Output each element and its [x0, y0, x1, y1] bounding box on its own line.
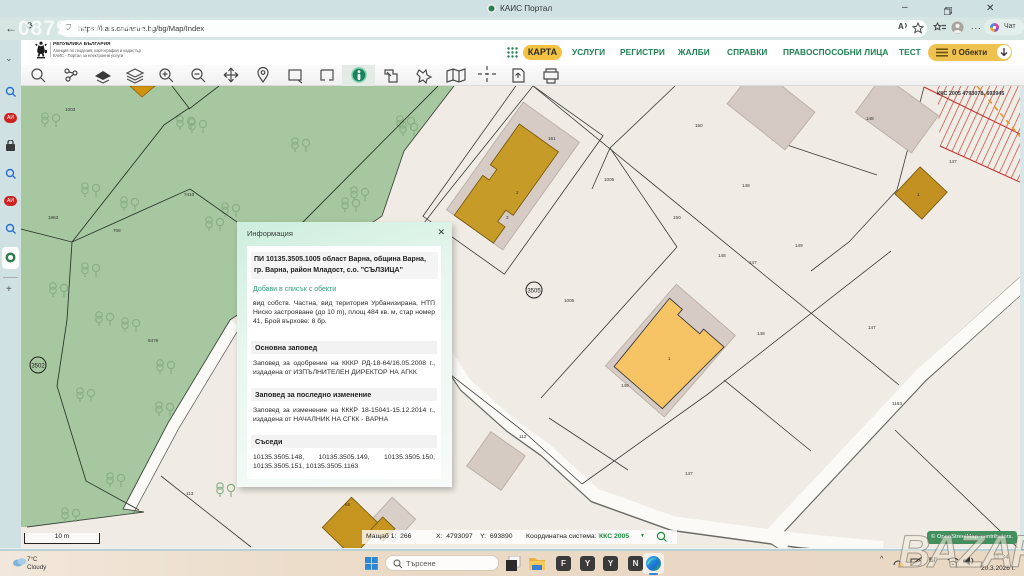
svg-text:147: 147: [949, 159, 957, 164]
svg-text:708: 708: [113, 228, 121, 233]
svg-text:3505: 3505: [527, 289, 541, 295]
svg-text:148: 148: [757, 331, 765, 336]
svg-text:147: 147: [868, 325, 876, 330]
svg-text:3: 3: [506, 215, 509, 220]
svg-text:148: 148: [718, 253, 726, 258]
svg-text:ККС 2005 4793078, 693945: ККС 2005 4793078, 693945: [937, 91, 1004, 97]
svg-text:147: 147: [685, 471, 693, 476]
svg-text:1: 1: [917, 192, 920, 197]
svg-text:150: 150: [695, 123, 703, 128]
svg-text:1963: 1963: [48, 215, 59, 220]
svg-text:147: 147: [749, 260, 757, 265]
svg-text:150: 150: [673, 215, 681, 220]
svg-text:148: 148: [742, 183, 750, 188]
svg-text:68: 68: [345, 502, 351, 507]
svg-text:1005: 1005: [564, 298, 575, 303]
svg-text:3502: 3502: [31, 364, 45, 370]
svg-text:113: 113: [186, 491, 194, 496]
svg-text:161: 161: [548, 136, 556, 141]
svg-text:2: 2: [516, 190, 519, 195]
svg-text:1003: 1003: [65, 107, 76, 112]
svg-text:1163: 1163: [892, 401, 902, 406]
svg-text:7410: 7410: [184, 192, 195, 197]
svg-text:1005: 1005: [604, 177, 615, 182]
svg-text:112: 112: [519, 434, 527, 439]
svg-text:1: 1: [668, 356, 671, 361]
svg-text:148: 148: [866, 116, 874, 121]
svg-text:149: 149: [795, 243, 803, 248]
svg-text:5476: 5476: [148, 338, 159, 343]
svg-text:149: 149: [621, 383, 629, 388]
